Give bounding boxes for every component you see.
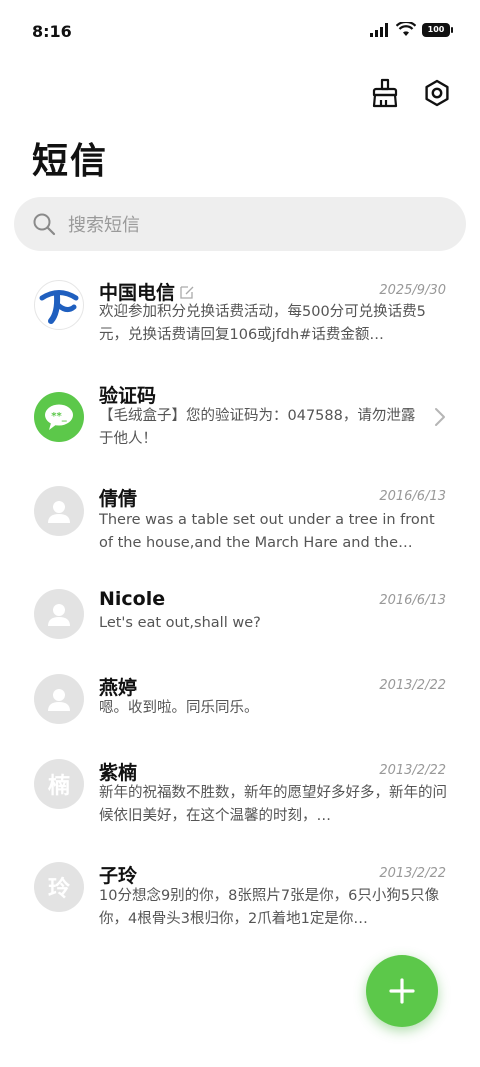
conversation-item[interactable]: 中国电信 2025/9/30 欢迎参加积分兑换话费活动，每500分可兑换话费5元… — [0, 270, 480, 360]
avatar-initial: 楠 — [47, 774, 70, 799]
conversation-preview: 【毛绒盒子】您的验证码为：047588，请勿泄露于他人！ — [99, 408, 416, 447]
china-telecom-logo-icon — [39, 290, 79, 324]
avatar — [34, 674, 84, 724]
conversation-item[interactable]: 燕婷 2013/2/22 嗯。收到啦。同乐同乐。 — [0, 670, 480, 730]
conversation-preview: 10分想念9别的你，8张照片7张是你，6只小狗5只像你，4根骨头3根归你，2爪着… — [99, 888, 440, 927]
person-icon — [48, 501, 70, 523]
new-message-button[interactable] — [366, 955, 438, 1027]
conversation-item[interactable]: **_ 验证码 【毛绒盒子】您的验证码为：047588，请勿泄露于他人！ — [0, 380, 480, 455]
broom-icon — [372, 78, 398, 108]
battery-icon: 100 — [422, 22, 453, 37]
search-icon — [33, 213, 56, 236]
message-bubble-icon: **_ — [45, 404, 73, 430]
conversation-date: 2016/6/13 — [379, 593, 446, 608]
conversation-name: 紫楠 — [99, 762, 138, 784]
gear-icon — [425, 79, 449, 107]
avatar-initial: 玲 — [47, 877, 70, 902]
battery-level: 100 — [427, 25, 445, 34]
edit-icon — [180, 285, 194, 299]
conversation-item[interactable]: Nicole 2016/6/13 Let's eat out,shall we? — [0, 585, 480, 645]
conversation-preview: 嗯。收到啦。同乐同乐。 — [99, 700, 259, 716]
conversation-item[interactable]: 玲 子玲 2013/2/22 10分想念9别的你，8张照片7张是你，6只小狗5只… — [0, 858, 480, 938]
avatar: 玲 — [34, 862, 84, 912]
svg-text:**_: **_ — [51, 411, 66, 422]
avatar — [34, 589, 84, 639]
conversation-preview: 欢迎参加积分兑换话费活动，每500分可兑换话费5元，兑换话费请回复106或jfd… — [99, 304, 426, 343]
search-bar[interactable] — [14, 197, 466, 253]
conversation-item[interactable]: 倩倩 2016/6/13 There was a table set out u… — [0, 480, 480, 560]
conversation-preview: 新年的祝福数不胜数，新年的愿望好多好多，新年的问候依旧美好，在这个温馨的时刻，… — [99, 785, 447, 824]
conversation-date: 2025/9/30 — [379, 283, 446, 298]
search-input[interactable] — [66, 197, 450, 253]
conversation-name: 倩倩 — [99, 488, 138, 510]
clean-button[interactable] — [368, 76, 402, 110]
status-icons: 100 — [370, 22, 453, 37]
conversation-name: Nicole — [99, 588, 166, 610]
avatar: 楠 — [34, 759, 84, 809]
conversation-name: 燕婷 — [99, 677, 138, 699]
chevron-right-icon — [435, 408, 445, 426]
conversation-name: 子玲 — [99, 865, 138, 887]
settings-button[interactable] — [420, 76, 454, 110]
conversation-preview: There was a table set out under a tree i… — [99, 512, 435, 551]
avatar — [34, 280, 84, 330]
conversation-date: 2016/6/13 — [379, 489, 446, 504]
page-title: 短信 — [32, 141, 109, 182]
wifi-icon — [396, 22, 416, 36]
conversation-item[interactable]: 楠 紫楠 2013/2/22 新年的祝福数不胜数，新年的愿望好多好多，新年的问候… — [0, 755, 480, 835]
person-icon — [48, 604, 70, 626]
conversation-date: 2013/2/22 — [379, 866, 446, 881]
plus-icon — [389, 978, 415, 1004]
header-toolbar — [368, 76, 454, 110]
signal-icon — [370, 22, 388, 37]
avatar — [34, 486, 84, 536]
conversation-preview: Let's eat out,shall we? — [99, 615, 261, 631]
status-time: 8:16 — [32, 22, 72, 41]
avatar: **_ — [34, 392, 84, 442]
conversation-name: 验证码 — [99, 385, 157, 407]
status-bar: 8:16 100 — [0, 0, 480, 66]
person-icon — [48, 689, 70, 711]
conversation-date: 2013/2/22 — [379, 678, 446, 693]
conversation-date: 2013/2/22 — [379, 763, 446, 778]
